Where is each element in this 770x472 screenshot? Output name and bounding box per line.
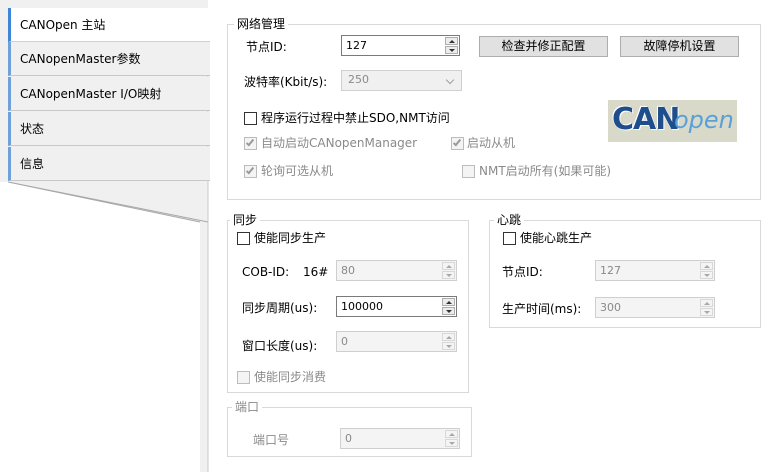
logo-can-text: CAN bbox=[612, 102, 680, 137]
enable-sync-consume-label: 使能同步消费 bbox=[254, 370, 327, 384]
node-id-label: 节点ID: bbox=[246, 40, 287, 54]
window-length-label: 窗口长度(us): bbox=[242, 339, 318, 353]
port-title: 端口 bbox=[232, 399, 263, 415]
nmt-start-all-label: NMT启动所有(如果可能) bbox=[479, 164, 612, 178]
enable-heartbeat-produce-checkbox[interactable] bbox=[503, 232, 516, 245]
chevron-down-icon bbox=[445, 75, 455, 85]
enable-sync-produce-label: 使能同步生产 bbox=[254, 231, 327, 245]
tab-canopen-master-io-mapping[interactable]: CANopenMaster I/O映射 bbox=[8, 77, 210, 111]
cob-id-label: COB-ID: bbox=[242, 265, 290, 279]
fault-stop-settings-button[interactable]: 故障停机设置 bbox=[620, 36, 739, 57]
node-id-input[interactable] bbox=[342, 36, 444, 55]
check-icon bbox=[245, 137, 255, 147]
cob-id-prefix: 16# bbox=[303, 265, 329, 279]
node-id-spinbox[interactable] bbox=[341, 35, 460, 56]
window-length-input[interactable] bbox=[337, 332, 441, 351]
baud-rate-select[interactable]: 250 bbox=[341, 70, 462, 91]
start-slave-label: 启动从机 bbox=[467, 136, 516, 150]
port-number-spinbox[interactable] bbox=[340, 428, 460, 449]
tab-canopen-master-params[interactable]: CANopenMaster参数 bbox=[8, 42, 210, 76]
disable-sdo-nmt-label: 程序运行过程中禁止SDO,NMT访问 bbox=[261, 111, 450, 125]
spin-up-icon[interactable] bbox=[442, 333, 455, 341]
spin-down-icon[interactable] bbox=[445, 439, 458, 447]
spin-down-icon[interactable] bbox=[442, 342, 455, 350]
baud-rate-label: 波特率(Kbit/s): bbox=[244, 75, 328, 89]
tab-canopen-master[interactable]: CANOpen 主站 bbox=[8, 8, 210, 42]
spin-up-icon[interactable] bbox=[442, 262, 455, 270]
enable-sync-consume-checkbox[interactable] bbox=[237, 371, 250, 384]
spin-down-icon[interactable] bbox=[442, 307, 455, 315]
check-icon bbox=[452, 137, 462, 147]
produce-time-input[interactable] bbox=[596, 298, 699, 317]
produce-time-label: 生产时间(ms): bbox=[502, 302, 582, 316]
canopen-logo: CAN open bbox=[608, 100, 737, 142]
spin-down-icon[interactable] bbox=[700, 271, 713, 279]
spin-up-icon[interactable] bbox=[445, 37, 458, 45]
sync-period-input[interactable] bbox=[337, 297, 441, 316]
cob-id-input[interactable] bbox=[337, 261, 441, 280]
spin-up-icon[interactable] bbox=[700, 262, 713, 270]
auto-start-manager-label: 自动启动CANopenManager bbox=[261, 136, 418, 150]
check-fix-config-button[interactable]: 检查并修正配置 bbox=[479, 36, 608, 57]
cob-id-spinbox[interactable] bbox=[336, 260, 457, 281]
produce-time-spinbox[interactable] bbox=[595, 297, 715, 318]
logo-open-text: open bbox=[674, 106, 734, 134]
sync-title: 同步 bbox=[230, 212, 261, 228]
spin-down-icon[interactable] bbox=[442, 271, 455, 279]
poll-optional-slaves-checkbox[interactable] bbox=[244, 165, 257, 178]
spin-down-icon[interactable] bbox=[700, 308, 713, 316]
start-slave-checkbox[interactable] bbox=[451, 137, 464, 150]
enable-heartbeat-produce-label: 使能心跳生产 bbox=[520, 231, 593, 245]
baud-rate-value: 250 bbox=[348, 73, 369, 86]
spin-up-icon[interactable] bbox=[442, 298, 455, 306]
spin-up-icon[interactable] bbox=[700, 299, 713, 307]
nmt-start-all-checkbox[interactable] bbox=[462, 165, 475, 178]
spin-down-icon[interactable] bbox=[445, 46, 458, 54]
heartbeat-node-id-spinbox[interactable] bbox=[595, 260, 715, 281]
sync-period-label: 同步周期(us): bbox=[242, 301, 318, 315]
tab-strip-lower bbox=[7, 182, 201, 472]
port-number-input[interactable] bbox=[341, 429, 444, 448]
window-length-spinbox[interactable] bbox=[336, 331, 457, 352]
network-management-title: 网络管理 bbox=[234, 16, 289, 32]
spin-up-icon[interactable] bbox=[445, 430, 458, 438]
poll-optional-slaves-label: 轮询可选从机 bbox=[261, 164, 334, 178]
auto-start-manager-checkbox[interactable] bbox=[244, 137, 257, 150]
heartbeat-node-id-label: 节点ID: bbox=[502, 265, 543, 279]
port-number-label: 端口号 bbox=[253, 433, 290, 447]
check-icon bbox=[245, 165, 255, 175]
sync-period-spinbox[interactable] bbox=[336, 296, 457, 317]
tab-info[interactable]: 信息 bbox=[8, 147, 210, 181]
enable-sync-produce-checkbox[interactable] bbox=[237, 232, 250, 245]
disable-sdo-nmt-checkbox[interactable] bbox=[244, 112, 257, 125]
tab-status[interactable]: 状态 bbox=[8, 112, 210, 146]
heartbeat-title: 心跳 bbox=[494, 212, 525, 228]
heartbeat-node-id-input[interactable] bbox=[596, 261, 699, 280]
